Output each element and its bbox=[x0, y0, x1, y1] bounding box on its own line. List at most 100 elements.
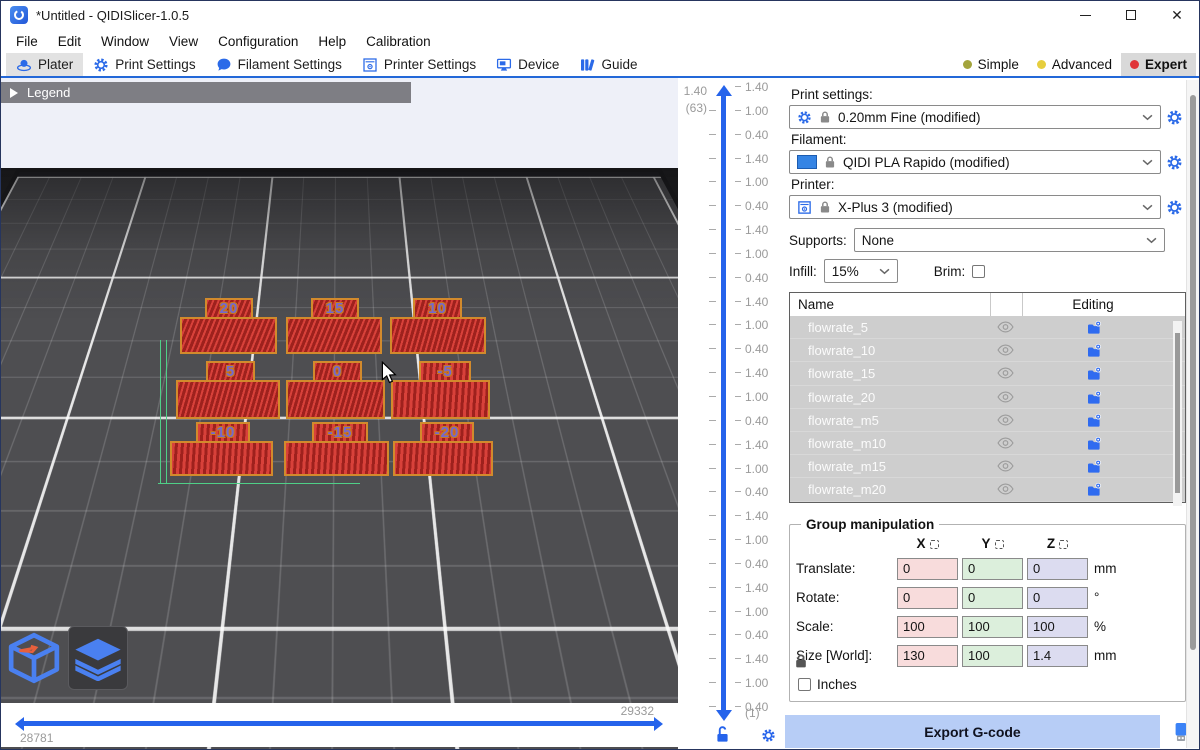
slider-settings-gear-icon[interactable] bbox=[761, 728, 776, 743]
calibration-object[interactable]: 15 bbox=[286, 298, 382, 354]
object-rows: flowrate_5 flowrate_10 flowrate_15 bbox=[790, 316, 1185, 502]
object-row[interactable]: flowrate_m5 bbox=[790, 409, 1185, 432]
edit-filament-button[interactable] bbox=[1166, 154, 1184, 171]
printer-select[interactable]: X-Plus 3 (modified) bbox=[789, 195, 1161, 219]
object-row[interactable]: flowrate_20 bbox=[790, 386, 1185, 409]
tick-dash bbox=[709, 491, 716, 492]
edit-settings-icon[interactable] bbox=[1086, 343, 1102, 359]
mode-advanced[interactable]: Advanced bbox=[1028, 53, 1121, 76]
filament-select[interactable]: QIDI PLA Rapido (modified) bbox=[789, 150, 1161, 174]
edit-settings-icon[interactable] bbox=[1086, 320, 1102, 336]
visibility-eye-icon[interactable] bbox=[997, 460, 1014, 472]
panel-scrollbar[interactable] bbox=[1186, 80, 1199, 748]
object-row[interactable]: flowrate_5 bbox=[790, 316, 1185, 339]
minimize-button[interactable] bbox=[1062, 0, 1108, 30]
menu-item[interactable]: Window bbox=[91, 32, 159, 51]
object-row[interactable]: flowrate_m20 bbox=[790, 478, 1185, 501]
menu-item[interactable]: Help bbox=[308, 32, 356, 51]
infill-select[interactable]: 15% bbox=[824, 259, 898, 283]
panel-scrollbar-thumb[interactable] bbox=[1190, 95, 1196, 650]
calibration-object[interactable]: -15 bbox=[284, 422, 389, 476]
list-scrollbar[interactable] bbox=[1173, 321, 1182, 506]
visibility-eye-icon[interactable] bbox=[997, 414, 1014, 426]
visibility-eye-icon[interactable] bbox=[997, 367, 1014, 379]
print-settings-select[interactable]: 0.20mm Fine (modified) bbox=[789, 105, 1161, 129]
visibility-eye-icon[interactable] bbox=[997, 391, 1014, 403]
y-value-input[interactable]: 100 bbox=[962, 616, 1023, 638]
object-row[interactable]: flowrate_10 bbox=[790, 339, 1185, 362]
close-button[interactable]: ✕ bbox=[1154, 0, 1200, 30]
supports-select[interactable]: None bbox=[854, 228, 1165, 252]
menu-item[interactable]: Edit bbox=[48, 32, 91, 51]
menu-item[interactable]: Configuration bbox=[208, 32, 308, 51]
editor-view-button[interactable] bbox=[4, 626, 64, 690]
edit-settings-icon[interactable] bbox=[1086, 459, 1102, 475]
visibility-eye-icon[interactable] bbox=[997, 483, 1014, 495]
tab-printer-settings[interactable]: Printer Settings bbox=[352, 53, 486, 76]
uniform-scale-lock-icon[interactable] bbox=[794, 653, 808, 669]
object-name: flowrate_15 bbox=[808, 366, 875, 381]
z-value-input[interactable]: 0 bbox=[1027, 587, 1088, 609]
edit-settings-icon[interactable] bbox=[1086, 482, 1102, 498]
tick-dash bbox=[709, 611, 716, 612]
menu-item[interactable]: View bbox=[159, 32, 208, 51]
manipulation-row-label: Size [World]: bbox=[796, 648, 893, 663]
tab-plater[interactable]: Plater bbox=[6, 53, 83, 76]
menu-item[interactable]: File bbox=[6, 32, 48, 51]
object-row[interactable]: flowrate_m10 bbox=[790, 432, 1185, 455]
tab-print-settings[interactable]: Print Settings bbox=[83, 53, 205, 76]
filament-icon bbox=[216, 57, 232, 73]
menu-item[interactable]: Calibration bbox=[356, 32, 441, 51]
print-settings-value: 0.20mm Fine (modified) bbox=[838, 110, 981, 125]
visibility-eye-icon[interactable] bbox=[997, 344, 1014, 356]
z-value-input[interactable]: 1.4 bbox=[1027, 645, 1088, 667]
tab-device[interactable]: Device bbox=[486, 53, 569, 76]
printer-icon bbox=[797, 200, 812, 215]
edit-settings-icon[interactable] bbox=[1086, 436, 1102, 452]
x-value-input[interactable]: 100 bbox=[897, 616, 958, 638]
z-value-input[interactable]: 100 bbox=[1027, 616, 1088, 638]
calibration-object[interactable]: -20 bbox=[393, 422, 493, 476]
brim-checkbox[interactable] bbox=[972, 265, 985, 278]
mode-simple[interactable]: Simple bbox=[954, 53, 1028, 76]
object-row[interactable]: flowrate_m15 bbox=[790, 455, 1185, 478]
y-value-input[interactable]: 0 bbox=[962, 587, 1023, 609]
tab-guide[interactable]: Guide bbox=[569, 53, 647, 76]
visibility-eye-icon[interactable] bbox=[997, 437, 1014, 449]
maximize-button[interactable] bbox=[1108, 0, 1154, 30]
calibration-object[interactable]: 20 bbox=[180, 298, 277, 354]
list-scrollbar-thumb[interactable] bbox=[1175, 333, 1180, 493]
inches-checkbox[interactable] bbox=[798, 678, 811, 691]
x-value-input[interactable]: 130 bbox=[897, 645, 958, 667]
object-row[interactable]: flowrate_15 bbox=[790, 362, 1185, 385]
export-gcode-button[interactable]: Export G-code bbox=[785, 715, 1160, 748]
x-value-input[interactable]: 0 bbox=[897, 587, 958, 609]
x-value-input[interactable]: 0 bbox=[897, 558, 958, 580]
edit-settings-icon[interactable] bbox=[1086, 390, 1102, 406]
tick-dash bbox=[709, 563, 716, 564]
tick-row: 1.40 bbox=[678, 148, 785, 172]
calibration-object[interactable]: -10 bbox=[170, 422, 273, 476]
axis-icon bbox=[1059, 540, 1068, 549]
slider-lock-icon[interactable] bbox=[715, 726, 730, 743]
calibration-object[interactable]: 10 bbox=[390, 298, 486, 354]
y-value-input[interactable]: 0 bbox=[962, 558, 1023, 580]
legend-collapsed-bar[interactable]: Legend bbox=[0, 82, 411, 103]
z-value-input[interactable]: 0 bbox=[1027, 558, 1088, 580]
y-value-input[interactable]: 100 bbox=[962, 645, 1023, 667]
tab-filament-settings[interactable]: Filament Settings bbox=[206, 53, 352, 76]
calibration-object[interactable]: 5 bbox=[176, 361, 280, 419]
tick-row: 1.00 bbox=[678, 529, 785, 553]
visibility-eye-icon[interactable] bbox=[997, 321, 1014, 333]
calibration-object[interactable]: 0 bbox=[286, 361, 385, 419]
mode-expert[interactable]: Expert bbox=[1121, 53, 1196, 76]
edit-settings-icon[interactable] bbox=[1086, 413, 1102, 429]
edit-settings-icon[interactable] bbox=[1086, 366, 1102, 382]
build-plate-scene[interactable]: 20 15 10 5 0 bbox=[0, 168, 678, 750]
3d-viewport[interactable]: Legend 20 15 10 bbox=[0, 78, 678, 750]
moves-slider[interactable] bbox=[24, 721, 654, 726]
preview-view-button[interactable] bbox=[68, 626, 128, 690]
edit-printer-button[interactable] bbox=[1166, 199, 1184, 216]
edit-print-settings-button[interactable] bbox=[1166, 109, 1184, 126]
calibration-object[interactable]: -5 bbox=[391, 361, 490, 419]
